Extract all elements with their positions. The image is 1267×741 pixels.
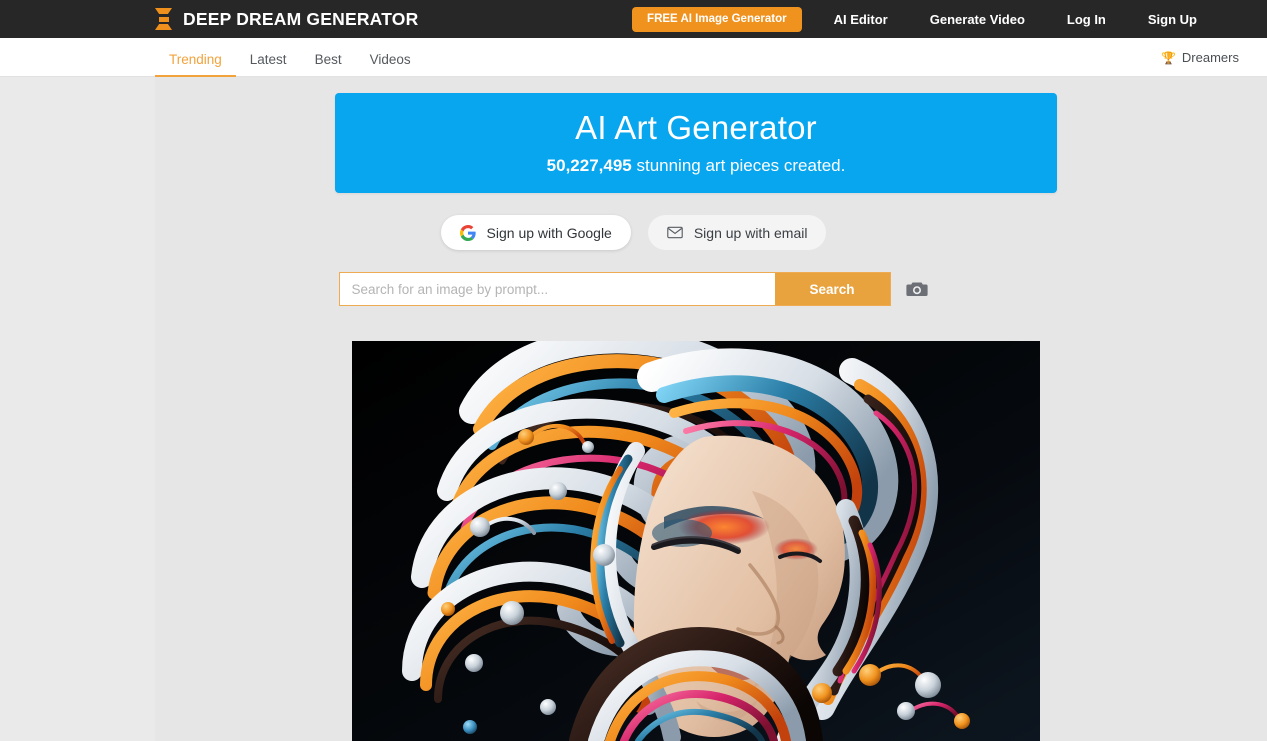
tab-videos[interactable]: Videos <box>356 38 425 78</box>
featured-artwork-image <box>352 341 1040 741</box>
signup-button-row: Sign up with Google Sign up with email <box>0 215 1267 250</box>
sign-up-with-email-button[interactable]: Sign up with email <box>647 215 827 250</box>
dreamers-label: Dreamers <box>1181 50 1239 65</box>
sign-up-with-google-button[interactable]: Sign up with Google <box>440 215 631 250</box>
hero-banner: AI Art Generator 50,227,495 stunning art… <box>335 93 1057 193</box>
tab-trending[interactable]: Trending <box>155 38 236 78</box>
envelope-icon <box>667 226 683 239</box>
tab-latest[interactable]: Latest <box>236 38 301 78</box>
hero-subtitle: 50,227,495 stunning art pieces created. <box>547 156 846 176</box>
top-header-bar: DEEP DREAM GENERATOR FREE AI Image Gener… <box>0 0 1267 38</box>
google-g-icon <box>459 224 476 241</box>
art-pieces-count: 50,227,495 <box>546 156 632 176</box>
sign-up-with-email-label: Sign up with email <box>693 224 808 241</box>
nav-log-in[interactable]: Log In <box>1067 12 1106 27</box>
featured-artwork-card[interactable] <box>352 341 1040 741</box>
nav-sign-up[interactable]: Sign Up <box>1148 12 1197 27</box>
sub-nav-tabs: Trending Latest Best Videos <box>155 38 425 78</box>
hero-subtitle-text: stunning art pieces created. <box>631 156 846 176</box>
page-body: AI Art Generator 50,227,495 stunning art… <box>0 77 1267 741</box>
brand-name: DEEP DREAM GENERATOR <box>183 8 419 29</box>
camera-icon <box>905 282 928 296</box>
sign-up-with-google-label: Sign up with Google <box>486 224 612 241</box>
tab-best[interactable]: Best <box>301 38 356 78</box>
search-box: Search <box>338 272 891 306</box>
search-row: Search <box>0 272 1267 306</box>
dreamers-link[interactable]: 🏆 Dreamers <box>1161 38 1239 77</box>
primary-nav: FREE AI Image Generator AI Editor Genera… <box>632 0 1267 38</box>
trophy-icon: 🏆 <box>1160 50 1176 65</box>
camera-search-button[interactable] <box>905 278 929 300</box>
sub-navigation-bar: Trending Latest Best Videos 🏆 Dreamers <box>0 38 1267 78</box>
nav-generate-video[interactable]: Generate Video <box>930 12 1025 27</box>
nav-ai-editor[interactable]: AI Editor <box>834 12 888 27</box>
search-input[interactable] <box>339 273 775 305</box>
hourglass-logo-icon <box>155 8 172 30</box>
free-ai-image-generator-button[interactable]: FREE AI Image Generator <box>632 6 802 32</box>
search-button[interactable]: Search <box>774 273 890 305</box>
brand-logo-link[interactable]: DEEP DREAM GENERATOR <box>155 8 418 30</box>
page-title: AI Art Generator <box>575 108 817 146</box>
